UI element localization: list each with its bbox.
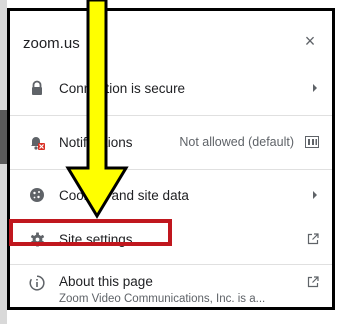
annotation-arrow-icon [65, 0, 129, 219]
